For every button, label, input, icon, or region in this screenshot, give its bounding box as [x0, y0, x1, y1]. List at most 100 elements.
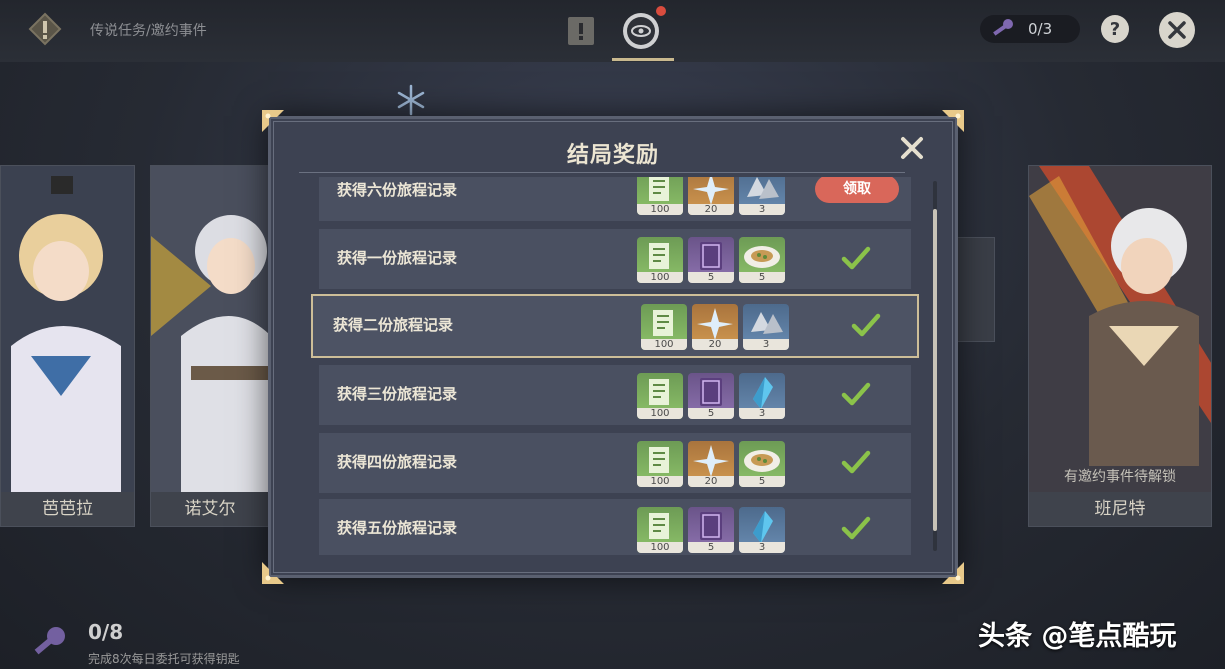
reward-item[interactable]: 3 [739, 373, 785, 419]
close-icon [1168, 21, 1186, 39]
reward-item[interactable]: 100 [637, 507, 683, 553]
reward-items: 100 20 3 [637, 177, 785, 215]
reward-item-qty: 100 [637, 272, 683, 283]
barbara-portrait [1, 166, 134, 494]
reward-row-label: 获得二份旅程记录 [333, 316, 454, 334]
reward-item-qty: 100 [637, 204, 683, 215]
scrollbar-thumb[interactable] [933, 209, 937, 531]
hidden-card [955, 237, 995, 342]
close-dialog-button[interactable] [899, 135, 925, 161]
key-icon [993, 19, 1013, 36]
reward-items: 100 20 3 [641, 304, 789, 350]
reward-item[interactable]: 5 [739, 441, 785, 487]
bennett-portrait [1029, 166, 1211, 494]
invitation-eye-icon [623, 13, 659, 49]
reward-item-qty: 100 [637, 542, 683, 553]
reward-item[interactable]: 100 [637, 441, 683, 487]
claimed-check-icon [841, 516, 871, 540]
reward-row: 获得六份旅程记录 100 20 3 领取 [319, 177, 911, 221]
reward-item-qty: 100 [637, 408, 683, 419]
reward-items: 100 5 3 [637, 373, 785, 419]
reward-row: 获得三份旅程记录 100 5 3 [319, 365, 911, 425]
reward-item[interactable]: 100 [637, 373, 683, 419]
key-count-text: 0/3 [1028, 20, 1053, 38]
reward-item-qty: 5 [739, 476, 785, 487]
reward-item[interactable]: 5 [688, 373, 734, 419]
notification-dot [656, 6, 666, 16]
reward-item[interactable]: 3 [739, 177, 785, 215]
reward-item[interactable]: 20 [688, 441, 734, 487]
character-card-barbara[interactable]: 芭芭拉 [0, 165, 135, 527]
reward-row-label: 获得六份旅程记录 [337, 181, 458, 199]
top-bar: 传说任务/邀约事件 0/3 ? [0, 0, 1225, 62]
claimed-check-icon [841, 382, 871, 406]
reward-item[interactable]: 100 [637, 237, 683, 283]
reward-item[interactable]: 100 [641, 304, 687, 350]
reward-items: 100 20 5 [637, 441, 785, 487]
character-name: 诺艾尔 [151, 492, 269, 526]
reward-row: 获得五份旅程记录 100 5 3 [319, 499, 911, 555]
reward-item[interactable]: 5 [688, 507, 734, 553]
key-progress-hint: 完成8次每日委托可获得钥匙 [88, 652, 240, 666]
reward-item-qty: 3 [739, 408, 785, 419]
character-card-noelle[interactable]: 诺艾尔 [150, 165, 270, 527]
watermark: 头条 @笔点酷玩 [978, 621, 1177, 652]
claim-button[interactable]: 领取 [815, 177, 899, 203]
key-counter: 0/3 [980, 15, 1080, 43]
reward-row-label: 获得五份旅程记录 [337, 519, 458, 537]
reward-item-qty: 20 [688, 476, 734, 487]
reward-row-label: 获得四份旅程记录 [337, 453, 458, 471]
reward-item[interactable]: 5 [739, 237, 785, 283]
reward-item[interactable]: 20 [692, 304, 738, 350]
reward-item-qty: 3 [739, 204, 785, 215]
claimed-check-icon [841, 246, 871, 270]
reward-item[interactable]: 5 [688, 237, 734, 283]
reward-item-qty: 5 [688, 272, 734, 283]
reward-row-label: 获得三份旅程记录 [337, 385, 458, 403]
reward-item-qty: 5 [688, 408, 734, 419]
reward-item-qty: 5 [688, 542, 734, 553]
reward-row-label: 获得一份旅程记录 [337, 249, 458, 267]
help-button[interactable]: ? [1101, 15, 1129, 43]
claimed-check-icon [851, 313, 881, 337]
character-name: 班尼特 [1029, 492, 1211, 526]
reward-item-qty: 5 [739, 272, 785, 283]
character-name: 芭芭拉 [1, 492, 134, 526]
noelle-portrait [151, 166, 269, 494]
reward-item-qty: 100 [641, 339, 687, 350]
reward-item[interactable]: 3 [743, 304, 789, 350]
reward-list[interactable]: 获得六份旅程记录 100 20 3 领取 获得一份旅程记录 100 5 5 获得… [311, 177, 921, 555]
reward-row-selected[interactable]: 获得二份旅程记录 100 20 3 [311, 294, 919, 358]
reward-row: 获得四份旅程记录 100 20 5 [319, 433, 911, 493]
ending-rewards-dialog: 结局奖励 获得六份旅程记录 100 20 3 领取 获得一份旅程记录 100 5… [262, 110, 964, 584]
breadcrumb: 传说任务/邀约事件 [90, 23, 207, 39]
key-icon [34, 627, 65, 655]
reward-row: 获得一份旅程记录 100 5 5 [319, 229, 911, 289]
reward-item-qty: 20 [688, 204, 734, 215]
reward-items: 100 5 5 [637, 237, 785, 283]
locked-event-hint: 有邀约事件待解锁 [1064, 469, 1176, 485]
reward-item-qty: 3 [743, 339, 789, 350]
corner-ornament-icon [942, 562, 964, 584]
title-divider [299, 172, 905, 173]
reward-item-qty: 100 [637, 476, 683, 487]
reward-items: 100 5 3 [637, 507, 785, 553]
close-screen-button[interactable] [1159, 12, 1195, 48]
reward-item-qty: 20 [692, 339, 738, 350]
dialog-title: 结局奖励 [566, 143, 659, 168]
corner-ornament-icon [262, 110, 284, 132]
reward-item-qty: 3 [739, 542, 785, 553]
tab-active-indicator [612, 58, 674, 61]
snowflake-icon [397, 84, 425, 116]
quest-book-icon [568, 17, 594, 45]
tab-quest-book[interactable] [558, 8, 604, 54]
character-card-bennett[interactable]: 有邀约事件待解锁 班尼特 [1028, 165, 1212, 527]
legend-quest-icon[interactable] [28, 12, 62, 46]
claimed-check-icon [841, 450, 871, 474]
reward-item[interactable]: 100 [637, 177, 683, 215]
reward-item[interactable]: 3 [739, 507, 785, 553]
reward-item[interactable]: 20 [688, 177, 734, 215]
key-progress-count: 0/8 [88, 620, 124, 644]
corner-ornament-icon [262, 562, 284, 584]
corner-ornament-icon [942, 110, 964, 132]
